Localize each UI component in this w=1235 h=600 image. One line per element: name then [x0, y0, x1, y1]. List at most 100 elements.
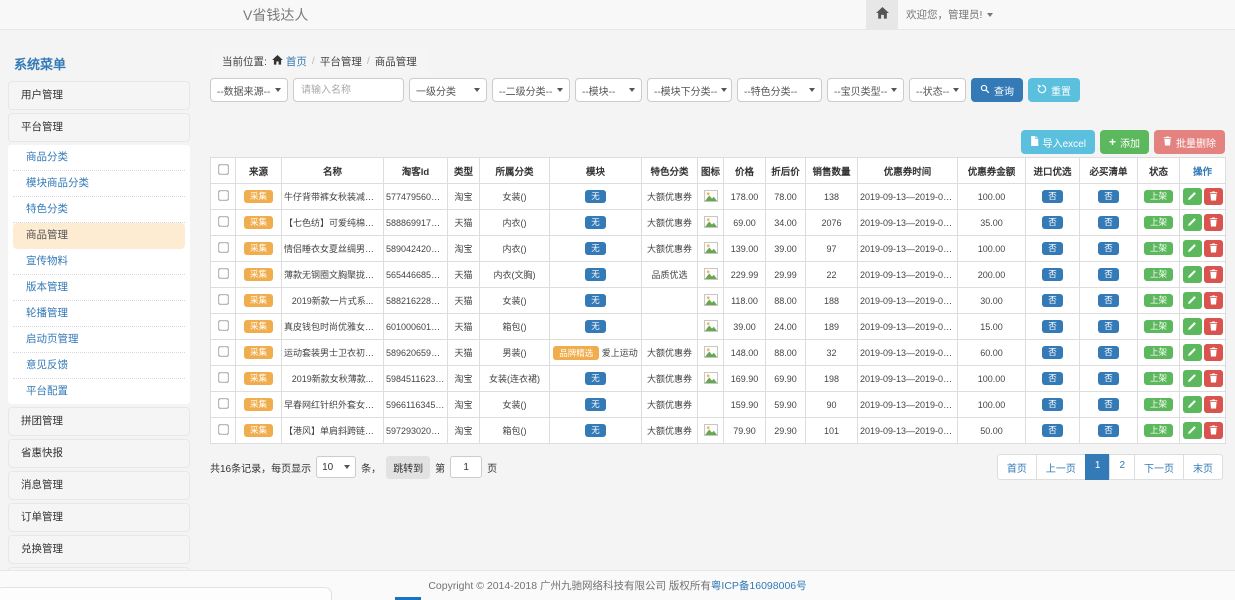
status-badge[interactable]: 上架 — [1144, 424, 1173, 438]
import-excel-button[interactable]: 导入excel — [1021, 130, 1095, 154]
page-button[interactable]: 1 — [1085, 454, 1111, 480]
page-number-input[interactable] — [450, 456, 482, 478]
row-checkbox[interactable] — [218, 424, 228, 434]
sidebar-subitem[interactable]: 启动页管理 — [13, 327, 185, 353]
edit-button[interactable] — [1183, 292, 1202, 309]
imported-badge[interactable]: 否 — [1042, 294, 1063, 308]
sidebar-item[interactable]: 兑换管理 — [8, 535, 190, 564]
sidebar-subitem[interactable]: 商品管理 — [13, 223, 185, 249]
jump-button[interactable]: 跳转到 — [386, 456, 430, 479]
imported-badge[interactable]: 否 — [1042, 346, 1063, 360]
edit-button[interactable] — [1183, 240, 1202, 257]
must-buy-badge[interactable]: 否 — [1098, 398, 1119, 412]
delete-button[interactable] — [1204, 188, 1223, 205]
imported-badge[interactable]: 否 — [1042, 242, 1063, 256]
filter-select[interactable]: --宝贝类型-- — [827, 78, 904, 102]
delete-button[interactable] — [1204, 292, 1223, 309]
status-badge[interactable]: 上架 — [1144, 242, 1173, 256]
page-button[interactable]: 下一页 — [1134, 454, 1184, 480]
must-buy-badge[interactable]: 否 — [1098, 242, 1119, 256]
status-badge[interactable]: 上架 — [1144, 190, 1173, 204]
edit-button[interactable] — [1183, 214, 1202, 231]
page-button[interactable]: 2 — [1109, 454, 1135, 480]
delete-button[interactable] — [1204, 214, 1223, 231]
row-checkbox[interactable] — [218, 216, 228, 226]
edit-button[interactable] — [1183, 266, 1202, 283]
sidebar-item[interactable]: 省惠快报 — [8, 439, 190, 468]
delete-button[interactable] — [1204, 344, 1223, 361]
delete-button[interactable] — [1204, 240, 1223, 257]
search-button[interactable]: 查询 — [971, 78, 1023, 102]
must-buy-badge[interactable]: 否 — [1098, 294, 1119, 308]
must-buy-badge[interactable]: 否 — [1098, 424, 1119, 438]
row-checkbox[interactable] — [218, 268, 228, 278]
home-button[interactable] — [866, 0, 898, 29]
sidebar-subitem[interactable]: 商品分类 — [13, 145, 185, 171]
reset-button[interactable]: 重置 — [1028, 78, 1080, 102]
status-badge[interactable]: 上架 — [1144, 398, 1173, 412]
sidebar-subitem[interactable]: 平台配置 — [13, 379, 185, 404]
sidebar-subitem[interactable]: 意见反馈 — [13, 353, 185, 379]
data-source-select[interactable]: --数据来源-- — [210, 78, 288, 102]
breadcrumb-home-link[interactable]: 首页 — [272, 54, 307, 69]
row-checkbox[interactable] — [218, 294, 228, 304]
sidebar-item-users[interactable]: 用户管理 — [8, 81, 190, 110]
delete-button[interactable] — [1204, 318, 1223, 335]
imported-badge[interactable]: 否 — [1042, 372, 1063, 386]
page-button[interactable]: 首页 — [997, 454, 1037, 480]
status-badge[interactable]: 上架 — [1144, 216, 1173, 230]
sidebar-item[interactable]: 拼团管理 — [8, 407, 190, 436]
sidebar-item[interactable]: 订单管理 — [8, 503, 190, 532]
edit-button[interactable] — [1183, 396, 1202, 413]
delete-button[interactable] — [1204, 422, 1223, 439]
edit-button[interactable] — [1183, 370, 1202, 387]
user-menu[interactable]: 欢迎您，管理员! — [906, 0, 993, 29]
edit-button[interactable] — [1183, 318, 1202, 335]
sidebar-item[interactable]: 消息管理 — [8, 471, 190, 500]
edit-button[interactable] — [1183, 422, 1202, 439]
delete-button[interactable] — [1204, 370, 1223, 387]
filter-select[interactable]: --特色分类-- — [737, 78, 822, 102]
row-checkbox[interactable] — [218, 346, 228, 356]
status-badge[interactable]: 上架 — [1144, 372, 1173, 386]
filter-select[interactable]: --模块下分类-- — [647, 78, 732, 102]
edit-button[interactable] — [1183, 188, 1202, 205]
imported-badge[interactable]: 否 — [1042, 320, 1063, 334]
delete-button[interactable] — [1204, 266, 1223, 283]
select-all-checkbox[interactable] — [218, 164, 228, 174]
must-buy-badge[interactable]: 否 — [1098, 216, 1119, 230]
page-button[interactable]: 上一页 — [1036, 454, 1086, 480]
row-checkbox[interactable] — [218, 190, 228, 200]
status-badge[interactable]: 上架 — [1144, 346, 1173, 360]
must-buy-badge[interactable]: 否 — [1098, 190, 1119, 204]
row-checkbox[interactable] — [218, 242, 228, 252]
sidebar-subitem[interactable]: 宣传物料 — [13, 249, 185, 275]
status-badge[interactable]: 上架 — [1144, 268, 1173, 282]
must-buy-badge[interactable]: 否 — [1098, 346, 1119, 360]
imported-badge[interactable]: 否 — [1042, 268, 1063, 282]
row-checkbox[interactable] — [218, 398, 228, 408]
sidebar-subitem[interactable]: 轮播管理 — [13, 301, 185, 327]
filter-select[interactable]: 一级分类 — [409, 78, 487, 102]
must-buy-badge[interactable]: 否 — [1098, 372, 1119, 386]
filter-select[interactable]: --模块-- — [575, 78, 642, 102]
sidebar-item-platform[interactable]: 平台管理 — [8, 113, 190, 142]
row-checkbox[interactable] — [218, 320, 228, 330]
name-search-input[interactable] — [293, 78, 404, 102]
breadcrumb-item-platform[interactable]: 平台管理 — [320, 54, 362, 69]
sidebar-subitem[interactable]: 版本管理 — [13, 275, 185, 301]
imported-badge[interactable]: 否 — [1042, 190, 1063, 204]
imported-badge[interactable]: 否 — [1042, 398, 1063, 412]
filter-select[interactable]: --二级分类-- — [492, 78, 570, 102]
sidebar-subitem[interactable]: 特色分类 — [13, 197, 185, 223]
status-badge[interactable]: 上架 — [1144, 294, 1173, 308]
sidebar-subitem[interactable]: 模块商品分类 — [13, 171, 185, 197]
must-buy-badge[interactable]: 否 — [1098, 320, 1119, 334]
batch-delete-button[interactable]: 批量删除 — [1154, 130, 1225, 154]
delete-button[interactable] — [1204, 396, 1223, 413]
must-buy-badge[interactable]: 否 — [1098, 268, 1119, 282]
edit-button[interactable] — [1183, 344, 1202, 361]
filter-select[interactable]: --状态-- — [909, 78, 966, 102]
imported-badge[interactable]: 否 — [1042, 424, 1063, 438]
status-badge[interactable]: 上架 — [1144, 320, 1173, 334]
